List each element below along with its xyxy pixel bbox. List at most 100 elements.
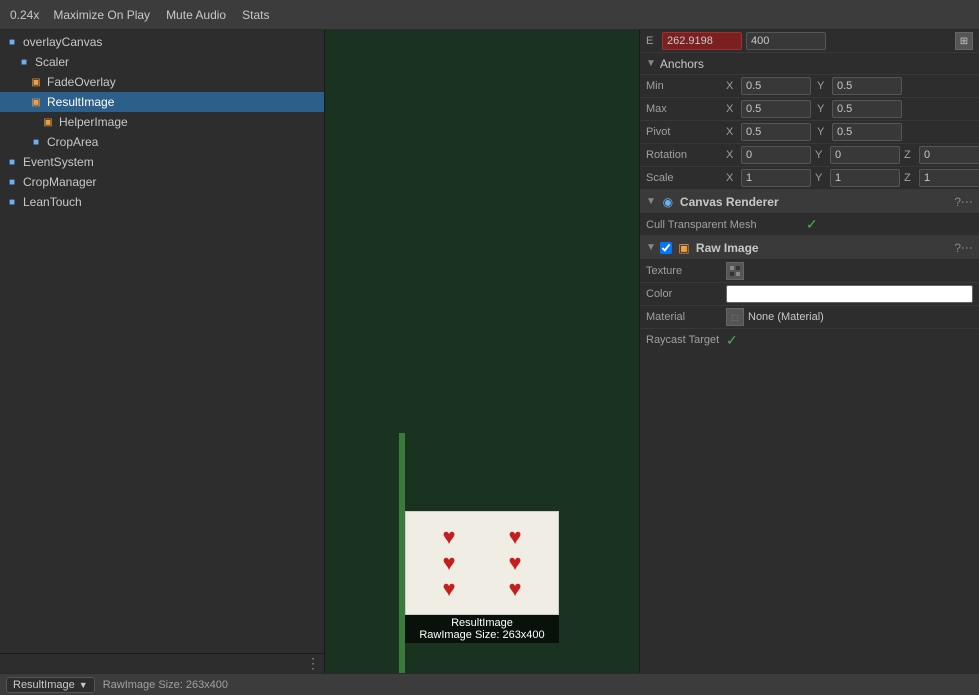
- image-icon: ▣: [40, 114, 56, 130]
- x-axis-label: X: [726, 126, 740, 138]
- hierarchy-bottom-bar: ⋮: [0, 653, 324, 673]
- raw-image-enable-checkbox[interactable]: [660, 242, 672, 254]
- heart-icon: ♥: [508, 526, 521, 548]
- y-axis-label: Y: [817, 103, 831, 115]
- scale-fields: X Y Z: [726, 169, 979, 187]
- material-field-group: ⬚ None (Material): [726, 308, 973, 326]
- scene-panel: ♥ ♥ ♥ ♥ ♥ ♥ ResultImage RawImage Size: 2…: [325, 30, 639, 673]
- cube-icon: ■: [28, 134, 44, 150]
- material-thumbnail[interactable]: ⬚: [726, 308, 744, 326]
- anchors-max-fields: X Y: [726, 100, 973, 118]
- x-axis-label: X: [726, 172, 740, 184]
- z-axis-label: Z: [904, 149, 918, 161]
- grid-icon[interactable]: ⊞: [955, 32, 973, 50]
- top-value2-input[interactable]: [746, 32, 826, 50]
- anchors-min-y-input[interactable]: [832, 77, 902, 95]
- hierarchy-label-overlaycanvas: overlayCanvas: [23, 35, 102, 49]
- cube-icon: ■: [4, 194, 20, 210]
- anchors-title: Anchors: [660, 57, 704, 71]
- card-hearts-grid: ♥ ♥ ♥ ♥ ♥ ♥: [410, 518, 554, 608]
- hierarchy-item-overlaycanvas[interactable]: ■ overlayCanvas: [0, 32, 324, 52]
- scale-y-group: Y: [815, 169, 900, 187]
- raw-image-overflow-button[interactable]: ⋮: [960, 242, 974, 254]
- cull-transparent-label: Cull Transparent Mesh: [646, 219, 806, 231]
- inspector-top-row: E ⊞: [640, 30, 979, 53]
- hierarchy-item-croparea[interactable]: ■ CropArea: [0, 132, 324, 152]
- hierarchy-item-leantouch[interactable]: ■ LeanTouch: [0, 192, 324, 212]
- raycast-checkmark: ✓: [726, 332, 738, 349]
- scale-z-input[interactable]: [919, 169, 979, 187]
- card-title: ResultImage: [409, 617, 555, 629]
- hierarchy-list: ■ overlayCanvas ■ Scaler ▣ FadeOverlay ▣…: [0, 30, 324, 653]
- heart-icon: ♥: [442, 578, 455, 600]
- canvas-renderer-overflow-button[interactable]: ⋮: [960, 196, 974, 208]
- raw-image-arrow-icon: ▼: [646, 242, 656, 253]
- card-container: ♥ ♥ ♥ ♥ ♥ ♥ ResultImage RawImage Size: 2…: [405, 511, 559, 643]
- scale-z-group: Z: [904, 169, 979, 187]
- scale-x-group: X: [726, 169, 811, 187]
- pivot-x-input[interactable]: [741, 123, 811, 141]
- anchors-min-label: Min: [646, 80, 726, 92]
- hierarchy-label-scaler: Scaler: [35, 55, 69, 69]
- stats-button[interactable]: Stats: [234, 6, 277, 24]
- hierarchy-label-helperimage: HelperImage: [59, 115, 128, 129]
- raycast-row: Raycast Target ✓: [640, 329, 979, 351]
- mute-audio-button[interactable]: Mute Audio: [158, 6, 234, 24]
- color-swatch[interactable]: [726, 285, 973, 303]
- raw-image-icon: ▣: [676, 240, 692, 256]
- image-icon: ▣: [28, 94, 44, 110]
- x-axis-label: X: [726, 80, 740, 92]
- anchors-min-x-group: X: [726, 77, 811, 95]
- rotation-y-group: Y: [815, 146, 900, 164]
- rotation-z-group: Z: [904, 146, 979, 164]
- hierarchy-item-scaler[interactable]: ■ Scaler: [0, 52, 324, 72]
- anchors-section-header[interactable]: ▼ Anchors: [640, 53, 979, 75]
- top-value1-input[interactable]: [662, 32, 742, 50]
- pivot-y-input[interactable]: [832, 123, 902, 141]
- heart-icon: ♥: [442, 526, 455, 548]
- anchors-min-x-input[interactable]: [741, 77, 811, 95]
- canvas-renderer-title: Canvas Renderer: [680, 195, 950, 209]
- hierarchy-item-resultimage[interactable]: ▣ ResultImage: [0, 92, 324, 112]
- texture-field-group: [726, 262, 973, 280]
- result-image-dropdown[interactable]: ResultImage ▼: [6, 677, 95, 693]
- pivot-fields: X Y: [726, 123, 973, 141]
- rotation-x-input[interactable]: [741, 146, 811, 164]
- canvas-renderer-arrow-icon: ▼: [646, 196, 656, 207]
- hierarchy-label-cropmanager: CropManager: [23, 175, 96, 189]
- maximize-on-play-button[interactable]: Maximize On Play: [45, 6, 158, 24]
- cube-icon: ■: [16, 54, 32, 70]
- x-axis-label: X: [726, 103, 740, 115]
- e-label: E: [646, 35, 660, 47]
- color-row: Color: [640, 283, 979, 306]
- hierarchy-item-eventsystem[interactable]: ■ EventSystem: [0, 152, 324, 172]
- scale-label: Scale: [646, 172, 726, 184]
- y-axis-label: Y: [817, 126, 831, 138]
- anchors-max-x-input[interactable]: [741, 100, 811, 118]
- hierarchy-overflow-button[interactable]: ⋮: [306, 655, 320, 672]
- card-label: ResultImage RawImage Size: 263x400: [405, 615, 559, 643]
- hierarchy-item-helperimage[interactable]: ▣ HelperImage: [0, 112, 324, 132]
- scale-y-input[interactable]: [830, 169, 900, 187]
- scale-x-input[interactable]: [741, 169, 811, 187]
- hierarchy-item-fadeoverlay[interactable]: ▣ FadeOverlay: [0, 72, 324, 92]
- raw-image-size-label: RawImage Size: 263x400: [103, 679, 228, 691]
- cull-transparent-row: Cull Transparent Mesh ✓: [640, 214, 979, 236]
- rotation-y-input[interactable]: [830, 146, 900, 164]
- cube-icon: ■: [4, 34, 20, 50]
- rotation-z-input[interactable]: [919, 146, 979, 164]
- material-value: None (Material): [748, 311, 824, 323]
- anchors-max-y-group: Y: [817, 100, 902, 118]
- canvas-renderer-header[interactable]: ▼ ◉ Canvas Renderer ? ⋮: [640, 190, 979, 214]
- pivot-x-group: X: [726, 123, 811, 141]
- heart-icon: ♥: [442, 552, 455, 574]
- texture-thumbnail[interactable]: [726, 262, 744, 280]
- hierarchy-item-cropmanager[interactable]: ■ CropManager: [0, 172, 324, 192]
- anchors-max-x-group: X: [726, 100, 811, 118]
- cube-icon: ■: [4, 174, 20, 190]
- anchors-max-y-input[interactable]: [832, 100, 902, 118]
- toolbar: 0.24x Maximize On Play Mute Audio Stats: [0, 0, 979, 30]
- raw-image-header[interactable]: ▼ ▣ Raw Image ? ⋮: [640, 236, 979, 260]
- canvas-renderer-icon: ◉: [660, 194, 676, 210]
- heart-icon: ♥: [508, 552, 521, 574]
